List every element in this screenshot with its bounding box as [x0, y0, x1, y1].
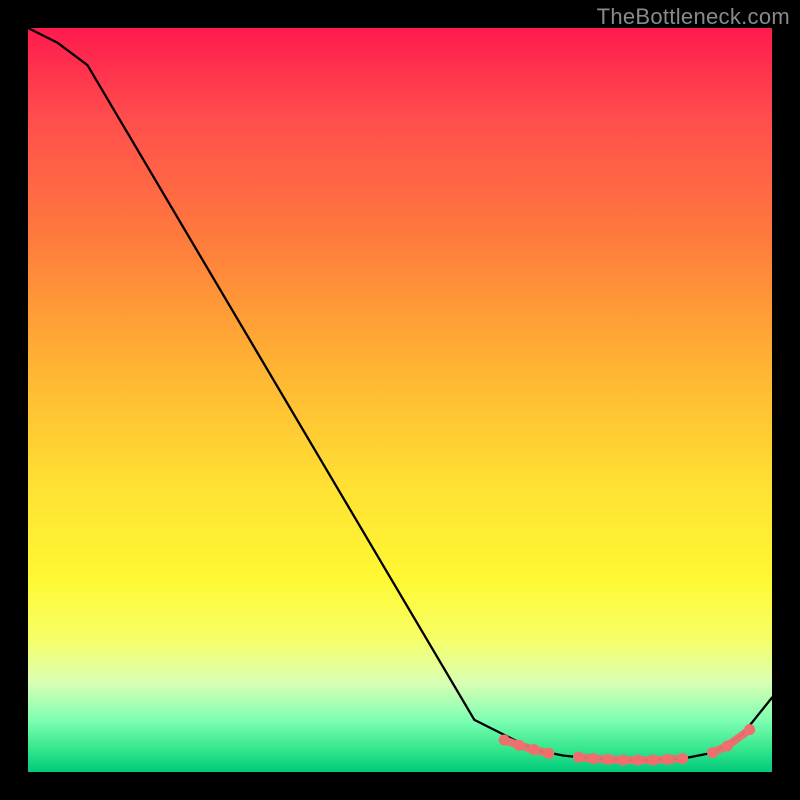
marker-dot [707, 747, 718, 758]
marker-dot [744, 724, 755, 735]
marker-dot [514, 740, 525, 751]
marker-dot [603, 754, 614, 765]
marker-dot [528, 744, 539, 755]
bottleneck-curve-line [28, 28, 772, 760]
marker-dot [722, 740, 733, 751]
marker-dot [543, 748, 554, 759]
marker-dot [618, 755, 629, 766]
marker-dot [633, 755, 644, 766]
watermark-text: TheBottleneck.com [597, 4, 790, 30]
marker-dot [588, 753, 599, 764]
marker-dot [677, 753, 688, 764]
marker-dot [573, 752, 584, 763]
marker-dot [662, 754, 673, 765]
plot-area [28, 28, 772, 772]
bottleneck-chart [28, 28, 772, 772]
marker-dot [499, 735, 510, 746]
highlighted-range-markers [499, 724, 756, 766]
marker-dot [647, 755, 658, 766]
